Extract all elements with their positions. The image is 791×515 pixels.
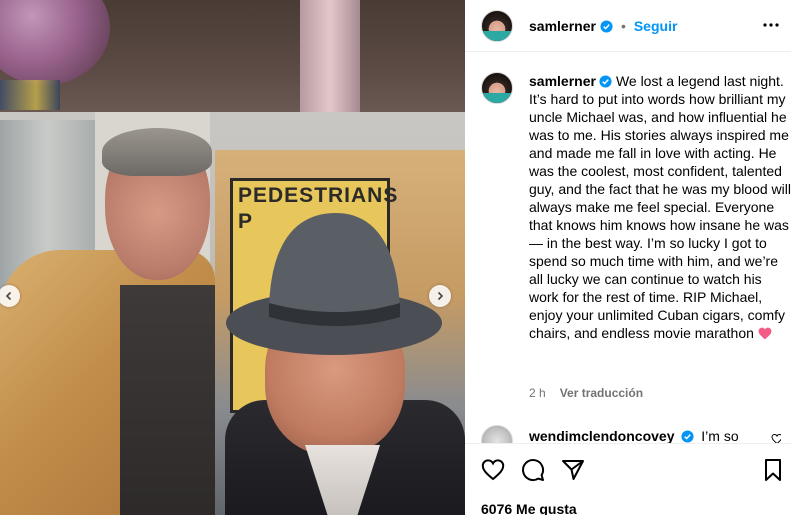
next-image-button[interactable] bbox=[429, 285, 451, 307]
comment-content: wendimclendoncovey I’m so bbox=[529, 428, 739, 444]
verified-badge-icon bbox=[681, 430, 694, 443]
like-count-label: Me gusta bbox=[516, 501, 577, 515]
avatar[interactable] bbox=[481, 10, 513, 42]
chevron-left-icon bbox=[5, 291, 12, 301]
caption-meta: 2 h Ver traducción bbox=[529, 386, 643, 400]
verified-badge-icon bbox=[599, 75, 612, 88]
bookmark-icon[interactable] bbox=[761, 458, 785, 482]
post-image[interactable]: PEDESTRIANS P bbox=[0, 0, 465, 515]
comment-text: I’m so bbox=[701, 428, 739, 444]
pink-object bbox=[300, 0, 360, 120]
timestamp: 2 h bbox=[529, 386, 546, 400]
caption-username[interactable]: samlerner bbox=[529, 73, 596, 89]
comment-avatar[interactable] bbox=[481, 425, 513, 445]
like-count[interactable]: 6076 Me gusta bbox=[481, 501, 577, 515]
fedora-hat bbox=[226, 213, 442, 355]
header-username[interactable]: samlerner bbox=[529, 18, 596, 34]
speech-bubble-icon[interactable] bbox=[521, 458, 545, 482]
header-user: samlerner • Seguir bbox=[529, 18, 677, 34]
verified-badge-icon bbox=[600, 19, 613, 33]
action-bar: 6076 Me gusta bbox=[465, 443, 791, 515]
separator-dot: • bbox=[620, 18, 626, 34]
caption-text: We lost a legend last night. It’s hard t… bbox=[529, 73, 791, 341]
caption-avatar[interactable] bbox=[481, 72, 513, 104]
follow-button[interactable]: Seguir bbox=[634, 18, 678, 34]
photo-hair-left bbox=[102, 128, 212, 176]
decor-object bbox=[0, 80, 60, 110]
heart-outline-icon[interactable] bbox=[481, 458, 505, 482]
post-side-panel: samlerner • Seguir samlerner We lost a le… bbox=[465, 0, 791, 515]
pink-heart-emoji-icon bbox=[758, 327, 772, 340]
like-count-number: 6076 bbox=[481, 501, 513, 515]
comment-username[interactable]: wendimclendoncovey bbox=[529, 428, 674, 444]
photo-sweater bbox=[120, 285, 225, 515]
chevron-right-icon bbox=[437, 291, 444, 301]
see-translation-link[interactable]: Ver traducción bbox=[560, 386, 643, 400]
post-header: samlerner • Seguir bbox=[465, 0, 791, 52]
ellipsis-icon[interactable] bbox=[762, 16, 780, 34]
comment-row: wendimclendoncovey I’m so bbox=[481, 425, 781, 445]
caption: samlerner We lost a legend last night. It… bbox=[529, 72, 791, 342]
paper-plane-icon[interactable] bbox=[561, 458, 585, 482]
